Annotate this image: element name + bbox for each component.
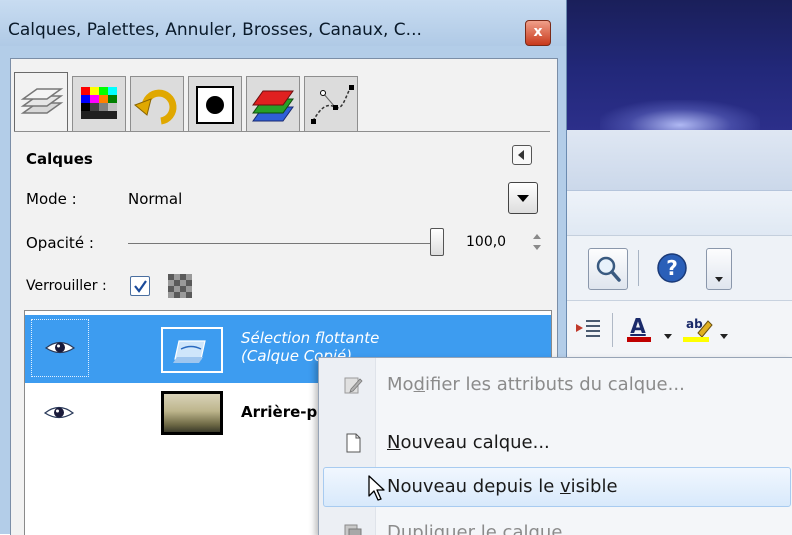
- visibility-toggle[interactable]: [31, 385, 89, 443]
- close-button[interactable]: x: [525, 20, 551, 46]
- mode-dropdown-button[interactable]: [508, 182, 538, 214]
- menu-item-edit-layer-attributes[interactable]: Modifier les attributs du calque...: [319, 362, 792, 408]
- duplicate-icon: [344, 524, 362, 535]
- spinner-arrows-icon: [533, 234, 541, 250]
- eye-icon: [44, 341, 76, 354]
- tab-paths[interactable]: [304, 76, 358, 132]
- brush-icon: [196, 86, 234, 124]
- opacity-slider-handle[interactable]: [430, 228, 444, 256]
- menu-item-label: Nouveau depuis le visible: [387, 476, 618, 497]
- panel-heading: Calques: [26, 150, 93, 168]
- layers-icon: [20, 88, 64, 114]
- opacity-slider-track[interactable]: [128, 243, 444, 244]
- menu-item-label: Dupliquer le calque: [387, 522, 563, 535]
- magnifier-icon: [596, 256, 621, 282]
- eye-icon: [43, 406, 75, 419]
- tab-divider: [14, 131, 550, 132]
- menu-item-label: Modifier les attributs du calque...: [387, 374, 685, 395]
- highlight-button[interactable]: ab: [680, 311, 714, 347]
- opacity-value[interactable]: 100,0: [466, 234, 506, 250]
- menu-item-duplicate-layer[interactable]: Dupliquer le calque: [319, 510, 792, 535]
- tab-channels[interactable]: [246, 76, 300, 132]
- paths-icon: [311, 85, 354, 124]
- background-ribbon-lower: [560, 190, 792, 236]
- palette-icon: [81, 87, 117, 119]
- background-ribbon: [560, 130, 792, 190]
- highlighter-icon: ab: [683, 317, 713, 342]
- tab-palettes[interactable]: [72, 76, 126, 132]
- help-button[interactable]: ?: [652, 248, 692, 288]
- opacity-label: Opacité :: [26, 234, 94, 252]
- font-color-dropdown[interactable]: [662, 327, 674, 339]
- mode-label: Mode :: [26, 190, 77, 208]
- opacity-spinner[interactable]: [532, 228, 542, 256]
- tab-brushes[interactable]: [188, 76, 242, 132]
- font-color-button[interactable]: A: [624, 311, 658, 347]
- tab-undo-history[interactable]: [130, 76, 184, 132]
- menu-item-new-from-visible[interactable]: Nouveau depuis le visible: [319, 464, 792, 510]
- layer-thumbnail[interactable]: [161, 391, 223, 435]
- channels-icon: [252, 90, 294, 122]
- lock-alpha-toggle[interactable]: [168, 274, 192, 298]
- floating-selection-icon: [173, 340, 206, 363]
- menu-item-new-layer[interactable]: Nouveau calque...: [319, 420, 792, 466]
- context-menu: Modifier les attributs du calque... Nouv…: [318, 357, 792, 535]
- tab-layers[interactable]: [14, 72, 68, 132]
- mouse-cursor-icon: [368, 475, 385, 501]
- window-title: Calques, Palettes, Annuler, Brosses, Can…: [8, 20, 422, 40]
- new-page-icon: [346, 433, 361, 453]
- svg-text:?: ?: [666, 256, 678, 280]
- search-tool-button[interactable]: [588, 248, 628, 290]
- toolbar-separator: [638, 250, 639, 286]
- mode-value[interactable]: Normal: [128, 190, 182, 208]
- caret-down-icon: [664, 334, 672, 339]
- layer-name[interactable]: Arrière-p: [241, 403, 317, 421]
- toolbar-separator: [612, 313, 613, 347]
- triangle-left-icon: [518, 150, 524, 160]
- title-bar[interactable]: Calques, Palettes, Annuler, Brosses, Can…: [0, 0, 566, 46]
- font-color-icon: A: [627, 314, 651, 342]
- caret-down-icon: [720, 334, 728, 339]
- close-icon: x: [533, 24, 543, 40]
- caret-down-icon: [715, 277, 723, 282]
- highlight-dropdown[interactable]: [718, 327, 730, 339]
- checkerboard-icon: [168, 274, 192, 298]
- toolbar-dropdown[interactable]: [706, 248, 732, 290]
- indent-button[interactable]: [574, 315, 602, 343]
- lock-label: Verrouiller :: [26, 278, 107, 294]
- edit-icon: [344, 377, 363, 394]
- background-toolbar: ?: [560, 235, 792, 300]
- background-format-toolbar: A ab: [560, 300, 792, 361]
- visibility-toggle[interactable]: [31, 319, 89, 377]
- chevron-down-icon: [517, 195, 529, 202]
- help-icon: ?: [657, 253, 687, 283]
- undo-icon: [134, 89, 177, 125]
- svg-text:ab: ab: [686, 317, 703, 331]
- menu-item-label: Nouveau calque...: [387, 432, 550, 453]
- svg-text:A: A: [630, 314, 646, 338]
- checkmark-icon: [134, 280, 147, 293]
- panel-menu-button[interactable]: [512, 145, 532, 165]
- lock-pixels-checkbox[interactable]: [130, 276, 150, 296]
- indent-icon: [576, 320, 600, 337]
- layer-thumbnail[interactable]: [161, 327, 223, 373]
